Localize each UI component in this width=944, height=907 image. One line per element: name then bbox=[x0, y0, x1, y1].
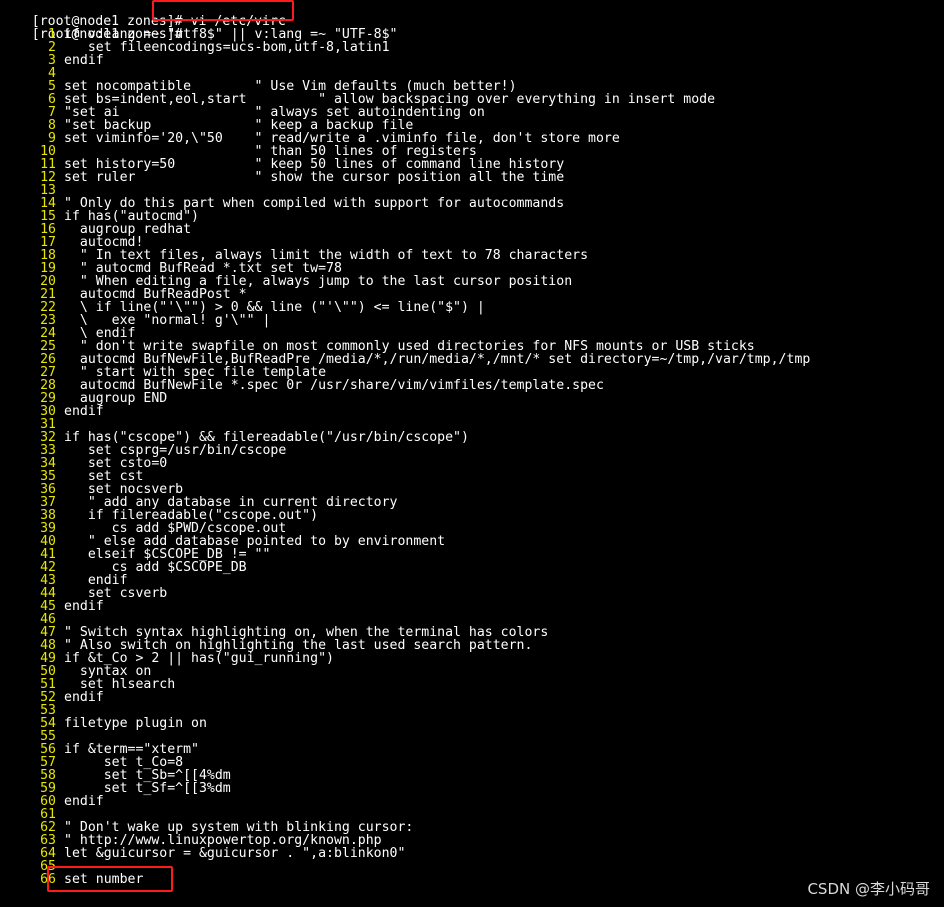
line-text: endif bbox=[64, 690, 104, 705]
terminal-window[interactable]: [root@node1 zones]# vi /etc/virc [root@n… bbox=[0, 0, 944, 907]
line-text: let &guicursor = &guicursor . ",a:blinko… bbox=[64, 846, 406, 861]
line-text: endif bbox=[64, 794, 104, 809]
code-line: 54 filetype plugin on bbox=[0, 717, 207, 730]
code-line: 2 set fileencodings=ucs-bom,utf-8,latin1 bbox=[0, 40, 390, 55]
line-text: set ruler " show the cursor position all… bbox=[64, 170, 565, 185]
watermark-text: CSDN @李小码哥 bbox=[807, 880, 930, 898]
code-line: 64 let &guicursor = &guicursor . ",a:blin… bbox=[0, 847, 405, 860]
annotation-box-set-number bbox=[47, 866, 173, 892]
line-text: endif bbox=[64, 53, 104, 68]
line-text: endif bbox=[64, 404, 104, 419]
line-text: filetype plugin on bbox=[64, 716, 207, 731]
code-line: 12 set ruler " show the cursor position a… bbox=[0, 171, 564, 184]
line-text: endif bbox=[64, 599, 104, 614]
annotation-box-command bbox=[152, 0, 294, 21]
code-line: 59 set t_Sf=^[[3%dm bbox=[0, 782, 231, 795]
line-text: set fileencodings=ucs-bom,utf-8,latin1 bbox=[64, 40, 390, 55]
